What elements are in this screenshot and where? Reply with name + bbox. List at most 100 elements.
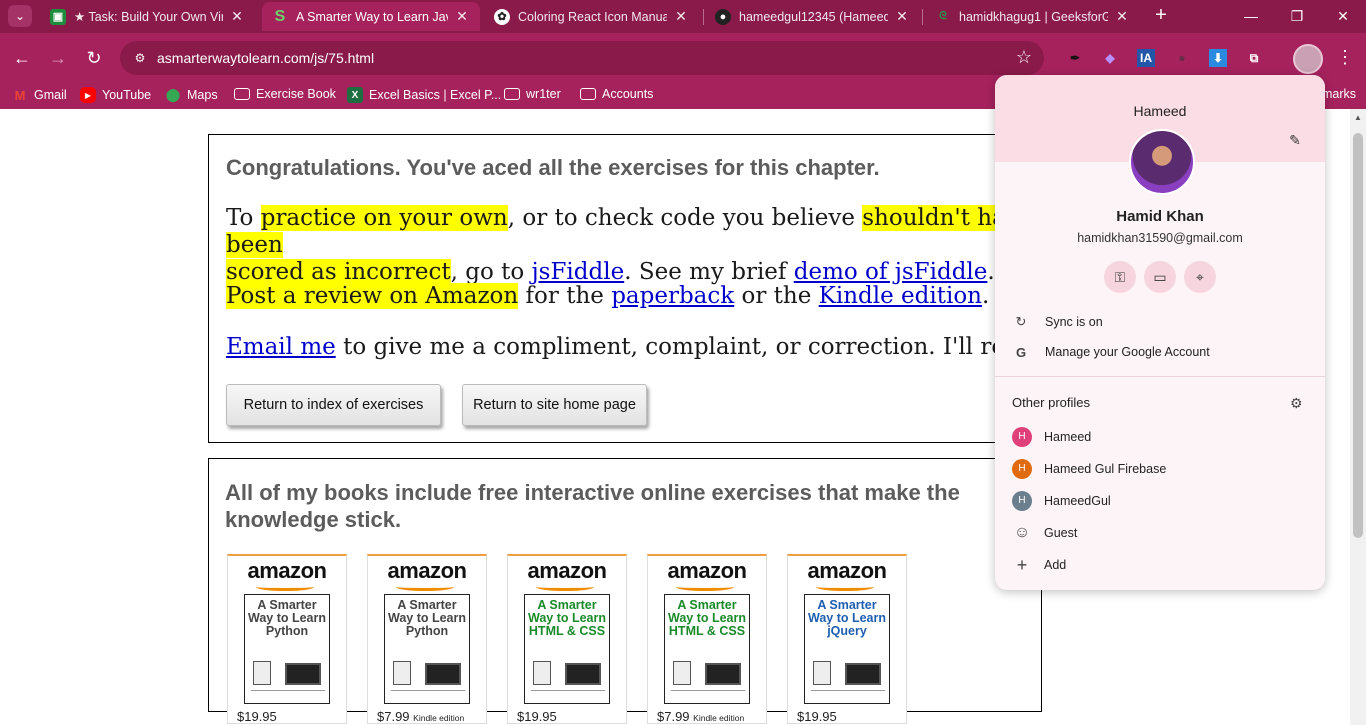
- other-profile-item[interactable]: H Hameed Gul Firebase: [995, 454, 1325, 484]
- url-text[interactable]: asmarterwaytolearn.com/js/75.html: [157, 50, 374, 66]
- menu-kebab-icon[interactable]: ⋮: [1336, 47, 1354, 68]
- guest-profile-item[interactable]: ☺ Guest: [995, 518, 1325, 548]
- tab-github[interactable]: ● hameedgul12345 (HameedG ✕: [705, 2, 920, 31]
- close-icon[interactable]: ✕: [1114, 8, 1130, 25]
- folder-icon: [234, 88, 250, 100]
- book-price-line: $7.99 Kindle edition: [657, 709, 744, 724]
- close-icon[interactable]: ✕: [673, 8, 689, 25]
- tablet-graphic: [533, 661, 551, 685]
- dark-extension-icon[interactable]: ●: [1173, 49, 1191, 67]
- bookmark-youtube[interactable]: ▶ YouTube: [80, 87, 151, 103]
- page-scrollbar[interactable]: ▲: [1350, 109, 1366, 725]
- tab-separator: [703, 9, 704, 25]
- return-to-home-button[interactable]: Return to site home page: [462, 384, 647, 426]
- extensions-puzzle-icon[interactable]: ⧉: [1245, 49, 1263, 67]
- amazon-smile-icon: [676, 583, 734, 591]
- bookmark-accounts[interactable]: Accounts: [580, 87, 653, 101]
- text: To: [226, 205, 261, 231]
- tablet-graphic: [673, 661, 691, 685]
- purple-extension-icon[interactable]: ◆: [1101, 49, 1119, 67]
- other-profile-item[interactable]: H Hameed: [995, 422, 1325, 452]
- email-paragraph: Email me to give me a compliment, compla…: [226, 334, 1075, 361]
- text: .: [981, 283, 990, 309]
- book-tile[interactable]: amazon A Smarter Way to Learn Python $7.99…: [367, 554, 487, 724]
- toolbar: ← → ↻ ⚙ asmarterwaytolearn.com/js/75.htm…: [0, 33, 1366, 81]
- bookmark-excel-basics[interactable]: X Excel Basics | Excel P...: [347, 87, 501, 103]
- bookmark-label: Accounts: [602, 87, 654, 101]
- book-tile[interactable]: amazon A Smarter Way to Learn jQuery $19.9…: [787, 554, 907, 724]
- scrollbar-thumb[interactable]: [1353, 133, 1363, 538]
- email-me-link[interactable]: Email me: [226, 334, 336, 360]
- text: . See my brief: [624, 259, 794, 285]
- book-edition: Kindle edition: [413, 713, 465, 723]
- tab-search-chevron-icon[interactable]: ⌄: [8, 5, 32, 27]
- jsfiddle-demo-link[interactable]: demo of jsFiddle: [794, 259, 988, 285]
- back-arrow-icon[interactable]: ←: [9, 45, 35, 71]
- manage-account-row[interactable]: G Manage your Google Account: [995, 337, 1325, 367]
- bookmark-exercise-book[interactable]: Exercise Book: [234, 87, 336, 101]
- sync-row[interactable]: ↻ Sync is on: [995, 307, 1325, 337]
- site-info-icon[interactable]: ⚙: [132, 50, 148, 66]
- book-edition: Kindle edition: [693, 713, 745, 723]
- reload-icon[interactable]: ↻: [81, 45, 107, 71]
- close-icon[interactable]: ✕: [229, 8, 245, 25]
- profile-avatar-button[interactable]: [1293, 44, 1323, 74]
- text: to give me a compliment, complaint, or c…: [335, 334, 1075, 360]
- bookmark-star-icon[interactable]: ☆: [1016, 47, 1032, 68]
- bookmark-maps[interactable]: ⬤ Maps: [165, 87, 218, 103]
- forward-arrow-icon[interactable]: →: [45, 45, 71, 71]
- bookmark-label: YouTube: [102, 88, 152, 102]
- new-tab-plus-icon[interactable]: +: [1150, 4, 1172, 26]
- address-bar[interactable]: ⚙ asmarterwaytolearn.com/js/75.html ☆: [120, 41, 1044, 75]
- book-tile[interactable]: amazon A Smarter Way to Learn HTML & CSS $…: [507, 554, 627, 724]
- download-extension-icon[interactable]: ⬇: [1209, 49, 1227, 67]
- book-price: $7.99: [377, 709, 410, 724]
- addresses-pin-icon[interactable]: ⌖: [1184, 261, 1216, 293]
- bookmark-label: Maps: [187, 88, 218, 102]
- bookmark-label: Exercise Book: [256, 87, 336, 101]
- book-tile[interactable]: amazon A Smarter Way to Learn Python $19.9…: [227, 554, 347, 724]
- bookmark-wr1ter[interactable]: wr1ter: [504, 87, 561, 101]
- payment-card-icon[interactable]: ▭: [1144, 261, 1176, 293]
- youtube-icon: ▶: [80, 87, 96, 103]
- other-profile-item[interactable]: H HameedGul: [995, 486, 1325, 516]
- tab-classroom[interactable]: ▣ ★ Task: Build Your Own Virt ✕: [40, 2, 255, 31]
- close-window-icon[interactable]: ✕: [1320, 3, 1366, 29]
- kindle-edition-link[interactable]: Kindle edition: [819, 283, 982, 309]
- amazon-logo: amazon: [527, 558, 607, 583]
- manage-profiles-gear-icon[interactable]: ⚙: [1290, 395, 1303, 412]
- chatgpt-icon: ✿: [494, 8, 510, 25]
- close-icon[interactable]: ✕: [894, 8, 910, 25]
- bookmark-gmail[interactable]: M Gmail: [12, 87, 67, 103]
- amazon-smile-icon: [816, 583, 874, 591]
- edit-pencil-icon[interactable]: ✎: [1287, 132, 1303, 148]
- all-bookmarks-button[interactable]: marks: [1322, 87, 1356, 101]
- close-icon[interactable]: ✕: [454, 8, 470, 25]
- tab-title: A Smarter Way to Learn Java: [296, 9, 448, 24]
- book-cover-title: A Smarter Way to Learn Python: [387, 598, 467, 638]
- book-cover-title: A Smarter Way to Learn Python: [247, 598, 327, 638]
- return-to-index-button[interactable]: Return to index of exercises: [226, 384, 441, 426]
- passwords-key-icon[interactable]: ⚿: [1104, 261, 1136, 293]
- cover-footer-graphic: [391, 690, 465, 698]
- paperback-link[interactable]: paperback: [611, 283, 734, 309]
- amazon-smile-icon: [396, 583, 454, 591]
- add-profile-item[interactable]: + Add: [995, 550, 1325, 580]
- geeksforgeeks-icon: ᘓ: [939, 10, 947, 22]
- tab-chatgpt[interactable]: ✿ Coloring React Icon Manuall ✕: [484, 2, 699, 31]
- bookmark-label: wr1ter: [526, 87, 561, 101]
- book-tile[interactable]: amazon A Smarter Way to Learn HTML & CSS $…: [647, 554, 767, 724]
- restore-icon[interactable]: ❐: [1274, 3, 1320, 29]
- profile-avatar: [1129, 129, 1195, 195]
- book-cover: A Smarter Way to Learn HTML & CSS: [524, 594, 610, 704]
- tab-geeksforgeeks[interactable]: ᘓ hamidkhagug1 | GeeksforGe ✕: [925, 2, 1140, 31]
- jsfiddle-link[interactable]: jsFiddle: [532, 259, 625, 285]
- tab-smarter-way[interactable]: S A Smarter Way to Learn Java ✕: [262, 2, 480, 31]
- eyedropper-extension-icon[interactable]: ✒: [1066, 49, 1084, 67]
- text: or the: [734, 283, 819, 309]
- ia-extension-icon[interactable]: IA: [1137, 49, 1155, 67]
- sync-icon: ↻: [1015, 314, 1027, 329]
- guest-label: Guest: [1044, 526, 1078, 540]
- scroll-up-arrow-icon[interactable]: ▲: [1354, 113, 1362, 122]
- minimize-icon[interactable]: —: [1228, 3, 1274, 29]
